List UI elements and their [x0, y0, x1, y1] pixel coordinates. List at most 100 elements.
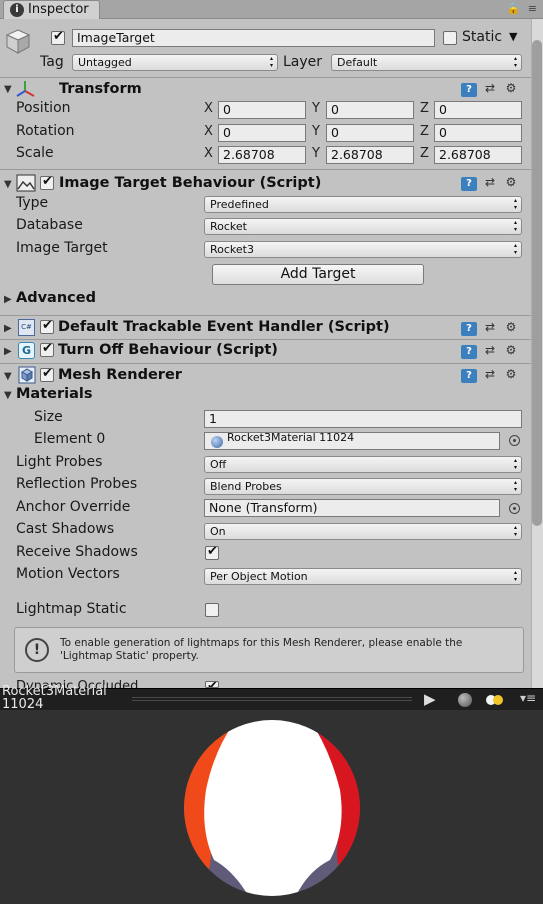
mesh-renderer-enabled-checkbox[interactable]: [40, 366, 54, 382]
help-icon[interactable]: ?: [461, 369, 477, 383]
component-header-icons: ? ⇄ ⚙: [456, 367, 519, 383]
foldout-arrow-icon[interactable]: ▶: [4, 294, 12, 305]
object-name-field[interactable]: ImageTarget: [72, 29, 435, 47]
info-icon: i: [10, 3, 24, 17]
preview-title: Rocket3Material 11024: [2, 684, 107, 712]
element0-object-field[interactable]: Rocket3Material 11024: [204, 432, 500, 450]
axis-x: X: [204, 101, 213, 116]
help-icon[interactable]: ?: [461, 83, 477, 97]
preview-toolbar: Rocket3Material 11024 ▶ ▾≡: [0, 684, 543, 712]
size-field[interactable]: 1: [204, 410, 522, 428]
lock-menu-icons[interactable]: 🔒 ≡: [507, 2, 539, 15]
axis-z: Z: [420, 101, 429, 116]
sphere-icon[interactable]: [458, 693, 472, 707]
preset-icon[interactable]: ⇄: [482, 175, 498, 189]
motion-vectors-dropdown[interactable]: Per Object Motion: [204, 568, 522, 585]
divider: [0, 315, 531, 316]
divider: [0, 363, 531, 364]
axis-y: Y: [312, 146, 320, 161]
foldout-arrow-icon[interactable]: ▼: [4, 84, 12, 95]
help-icon[interactable]: ?: [461, 177, 477, 191]
rotation-y-field[interactable]: 0: [326, 124, 414, 142]
menu-icon[interactable]: ▾≡: [520, 691, 536, 705]
database-label: Database: [16, 217, 83, 233]
tab-bar: i Inspector 🔒 ≡: [0, 0, 543, 19]
tab-inspector[interactable]: i Inspector: [3, 0, 100, 19]
layer-label: Layer: [283, 54, 323, 70]
foldout-arrow-icon[interactable]: ▼: [4, 179, 12, 190]
lightmap-static-checkbox[interactable]: [205, 603, 219, 617]
cast-shadows-dropdown[interactable]: On: [204, 523, 522, 540]
anchor-override-field[interactable]: None (Transform): [204, 499, 500, 517]
static-checkbox[interactable]: [443, 31, 457, 45]
gear-icon[interactable]: ⚙: [503, 367, 519, 381]
scale-z-field[interactable]: 2.68708: [434, 146, 522, 164]
material-preview-sphere: [184, 720, 360, 896]
preview-drag-handle[interactable]: [132, 697, 412, 701]
gear-icon[interactable]: ⚙: [503, 320, 519, 334]
image-target-dropdown[interactable]: Rocket3: [204, 241, 522, 258]
chevron-down-icon[interactable]: ▼: [509, 30, 517, 43]
static-label: Static: [462, 29, 503, 45]
trackable-title: Default Trackable Event Handler (Script): [58, 319, 390, 335]
object-picker-icon[interactable]: [509, 503, 520, 514]
rotation-z-field[interactable]: 0: [434, 124, 522, 142]
axis-x: X: [204, 124, 213, 139]
lights-icon[interactable]: [486, 695, 504, 705]
type-label: Type: [16, 195, 49, 211]
lightmap-static-label: Lightmap Static: [16, 601, 127, 617]
gear-icon[interactable]: ⚙: [503, 81, 519, 95]
axis-z: Z: [420, 124, 429, 139]
object-picker-icon[interactable]: [509, 435, 520, 446]
play-icon[interactable]: ▶: [424, 690, 436, 708]
material-preview[interactable]: [0, 710, 543, 904]
position-z-field[interactable]: 0: [434, 101, 522, 119]
tab-label: Inspector: [28, 2, 89, 17]
position-y-field[interactable]: 0: [326, 101, 414, 119]
preset-icon[interactable]: ⇄: [482, 320, 498, 334]
trackable-enabled-checkbox[interactable]: [40, 318, 54, 334]
gear-icon[interactable]: ⚙: [503, 343, 519, 357]
axis-z: Z: [420, 146, 429, 161]
tag-dropdown[interactable]: Untagged: [72, 54, 278, 71]
database-dropdown[interactable]: Rocket: [204, 218, 522, 235]
rotation-x-field[interactable]: 0: [218, 124, 306, 142]
layer-dropdown[interactable]: Default: [331, 54, 522, 71]
reflection-probes-dropdown[interactable]: Blend Probes: [204, 478, 522, 495]
materials-foldout[interactable]: Materials: [16, 386, 93, 402]
mesh-renderer-title: Mesh Renderer: [58, 367, 182, 383]
material-sphere-icon: [211, 436, 223, 448]
position-x-field[interactable]: 0: [218, 101, 306, 119]
element0-value: Rocket3Material 11024: [227, 432, 355, 444]
image-target-enabled-checkbox[interactable]: [40, 174, 54, 190]
scale-y-field[interactable]: 2.68708: [326, 146, 414, 164]
foldout-arrow-icon[interactable]: ▼: [4, 371, 12, 382]
component-header-icons: ? ⇄ ⚙: [456, 175, 519, 191]
preset-icon[interactable]: ⇄: [482, 367, 498, 381]
divider: [0, 339, 531, 340]
help-icon[interactable]: ?: [461, 322, 477, 336]
scale-x-field[interactable]: 2.68708: [218, 146, 306, 164]
add-target-button[interactable]: Add Target: [212, 264, 424, 285]
turnoff-title: Turn Off Behaviour (Script): [58, 342, 278, 358]
scrollbar-thumb[interactable]: [532, 40, 542, 526]
help-icon[interactable]: ?: [461, 345, 477, 359]
preset-icon[interactable]: ⇄: [482, 81, 498, 95]
foldout-arrow-icon[interactable]: ▶: [4, 346, 12, 357]
preset-icon[interactable]: ⇄: [482, 343, 498, 357]
advanced-foldout[interactable]: Advanced: [16, 290, 96, 306]
gear-icon[interactable]: ⚙: [503, 175, 519, 189]
light-probes-dropdown[interactable]: Off: [204, 456, 522, 473]
type-dropdown[interactable]: Predefined: [204, 196, 522, 213]
transform-title: Transform: [59, 81, 142, 97]
receive-shadows-checkbox[interactable]: [205, 544, 219, 560]
rotation-label: Rotation: [16, 123, 75, 139]
foldout-arrow-icon[interactable]: ▶: [4, 323, 12, 334]
dynamic-occluded-checkbox[interactable]: [205, 681, 219, 688]
mesh-renderer-icon: [18, 366, 36, 384]
cast-shadows-label: Cast Shadows: [16, 521, 115, 537]
foldout-arrow-icon[interactable]: ▼: [4, 390, 12, 401]
active-checkbox[interactable]: [51, 29, 65, 45]
help-text: To enable generation of lightmaps for th…: [60, 637, 463, 662]
turnoff-enabled-checkbox[interactable]: [40, 341, 54, 357]
